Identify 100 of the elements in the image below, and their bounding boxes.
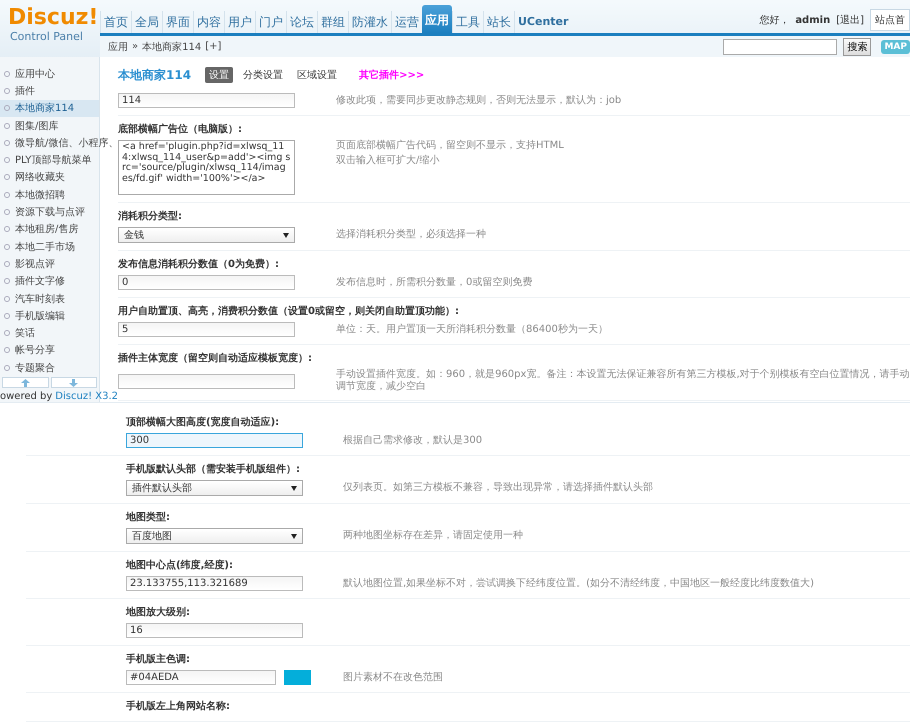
nav-tab[interactable]: 用户	[224, 11, 255, 33]
sidebar-item[interactable]: 汽车时刻表	[0, 290, 99, 308]
nav-tab[interactable]: 工具	[452, 11, 483, 33]
setting-description: 默认地图位置,如果坐标不对，尝试调换下经纬度位置。(如分不清经纬度，中国地区一般经度比纬度数值大)	[343, 578, 815, 590]
arrow-up-icon	[20, 378, 30, 387]
sidebar-item[interactable]: PLY顶部导航菜单	[0, 151, 99, 169]
dropdown-value: 插件默认头部	[132, 482, 192, 495]
nav-tab[interactable]: 群组	[317, 11, 348, 33]
nav-tab[interactable]: 界面	[162, 11, 193, 33]
bullet-icon	[4, 140, 10, 146]
scroll-down-button[interactable]	[50, 377, 97, 388]
sidebar-item[interactable]: 本地商家114	[0, 100, 99, 117]
sidebar-item[interactable]: 本地二手市场	[0, 238, 99, 256]
text-field[interactable]: 23.133755,113.321689	[126, 576, 303, 591]
dropdown-value: 百度地图	[132, 530, 172, 543]
nav-tab[interactable]: 论坛	[286, 11, 317, 33]
setting-description: 修改此项，需要同步更改静态规则，否则无法显示，默认为：job	[336, 94, 622, 106]
sidebar-item[interactable]: 网络收藏夹	[0, 168, 99, 186]
username: admin	[795, 14, 830, 26]
settings-tab[interactable]: 分类设置	[239, 67, 288, 83]
bullet-icon	[4, 364, 10, 371]
nav-tab[interactable]: 首页	[100, 11, 131, 33]
sidebar-item[interactable]: 笑话	[0, 324, 99, 342]
setting-description: 选择消耗积分类型，必须选择一种	[336, 229, 487, 241]
search-field[interactable]	[723, 38, 838, 54]
bullet-icon	[4, 347, 10, 354]
setting-description: 单位：天。用户置顶一天所消耗积分数量（86400秒为一天）	[336, 324, 609, 336]
search-button[interactable]: 搜索	[843, 38, 872, 56]
setting-description: 图片素材不在改色范围	[343, 672, 444, 684]
scroll-up-button[interactable]	[2, 377, 48, 388]
nav-tab[interactable]: 站长	[483, 11, 514, 33]
bullet-icon	[4, 70, 10, 77]
sidebar-item[interactable]: 插件文字修	[0, 272, 99, 290]
setting-label: 插件主体宽度（留空则自动适应模板宽度）:	[118, 351, 313, 366]
sidebar-item[interactable]: 资源下载与点评	[0, 203, 99, 221]
text-field[interactable]: 114	[118, 93, 295, 108]
settings-tab[interactable]: 区域设置	[293, 67, 342, 83]
setting-description: 发布信息时，所需积分数量，0或留空则免费	[336, 276, 534, 288]
bullet-icon	[4, 105, 10, 112]
bullet-icon	[4, 244, 10, 250]
setting-label: 地图类型:	[126, 510, 171, 525]
text-field[interactable]: 16	[126, 623, 303, 638]
bullet-icon	[4, 260, 10, 267]
color-field[interactable]: #04AEDA	[126, 670, 276, 685]
bullet-icon	[4, 312, 10, 319]
sidebar-item[interactable]: 应用中心	[0, 65, 99, 82]
dropdown[interactable]: 插件默认头部	[126, 480, 303, 496]
setting-label: 地图中心点(纬度,经度):	[126, 558, 234, 573]
sidebar-item[interactable]: 图集/图库	[0, 116, 99, 134]
code-textarea[interactable]: <a href='plugin.php?id=xlwsq_114:xlwsq_114_user&p=add'><img src='source/plugin/xlwsq_114/images/fd.gif' width='100%'></a>	[118, 140, 295, 195]
settings-tab[interactable]: 设置	[205, 67, 234, 83]
breadcrumb-separator: »	[132, 41, 138, 52]
text-field[interactable]: 0	[118, 275, 295, 290]
setting-label: 发布信息消耗积分数值（0为免费）:	[118, 258, 280, 272]
plugin-title: 本地商家114	[118, 66, 192, 84]
bullet-icon	[4, 157, 10, 164]
footer-link[interactable]: Discuz! X3.2	[55, 391, 118, 402]
setting-description: 根据自己需求修改，默认是300	[343, 434, 484, 446]
dropdown[interactable]: 百度地图	[126, 528, 303, 544]
nav-tab[interactable]: UCenter	[514, 11, 572, 33]
sidebar-item[interactable]: 插件	[0, 82, 99, 100]
add-link[interactable]: [+]	[205, 41, 222, 52]
setting-label: 顶部横幅大图高度(宽度自动适应):	[126, 415, 280, 430]
caret-icon	[291, 534, 297, 538]
text-field[interactable]: 5	[118, 322, 295, 337]
text-field[interactable]	[118, 374, 295, 388]
logout-link[interactable]: [退出]	[836, 13, 864, 27]
bullet-icon	[4, 209, 10, 216]
nav-tab[interactable]: 防灌水	[348, 11, 391, 33]
color-swatch[interactable]	[284, 670, 311, 685]
bullet-icon	[4, 174, 10, 180]
nav-tab[interactable]: 全局	[131, 11, 162, 33]
sidebar-item[interactable]: 手机版编辑	[0, 307, 99, 324]
dropdown[interactable]: 金钱	[118, 227, 295, 243]
site-home-link[interactable]: 站点首	[870, 9, 910, 31]
dropdown-value: 金钱	[124, 229, 144, 242]
sidebar-item[interactable]: 微导航/微信、小程序、	[0, 134, 118, 152]
logo-subtitle: Control Panel	[10, 30, 83, 43]
sidebar-item[interactable]: 专题聚合	[0, 359, 99, 376]
setting-description: 仅列表页。如第三方模板不兼容，导致出现异常，请选择插件默认头部	[343, 482, 654, 494]
text-field[interactable]: 300	[126, 433, 303, 448]
sidebar-item[interactable]: 帐号分享	[0, 342, 99, 360]
nav-tab[interactable]: 内容	[193, 11, 224, 33]
bullet-icon	[4, 226, 10, 232]
sidebar-item[interactable]: 本地租房/售房	[0, 220, 99, 238]
logo-text: Discuz!	[8, 6, 98, 30]
nav-tab[interactable]: 应用	[422, 5, 452, 33]
setting-description: 两种地图坐标存在差异，请固定使用一种	[343, 530, 524, 542]
setting-description: 双击输入框可扩大/缩小	[336, 155, 440, 167]
setting-label: 用户自助置顶、高亮，消费积分数值（设置0或留空，则关闭自助置顶功能）:	[118, 304, 460, 319]
greeting-text: 您好，	[759, 14, 790, 27]
bullet-icon	[4, 330, 10, 336]
bullet-icon	[4, 122, 10, 129]
bullet-icon	[4, 88, 10, 94]
breadcrumb-item[interactable]: 本地商家114	[142, 40, 202, 54]
sidebar-item[interactable]: 本地微招聘	[0, 186, 99, 204]
setting-label: 消耗积分类型:	[118, 210, 183, 224]
sidebar-item[interactable]: 影视点评	[0, 255, 99, 273]
breadcrumb-item[interactable]: 应用	[108, 40, 128, 54]
nav-tab[interactable]: 门户	[255, 11, 286, 33]
